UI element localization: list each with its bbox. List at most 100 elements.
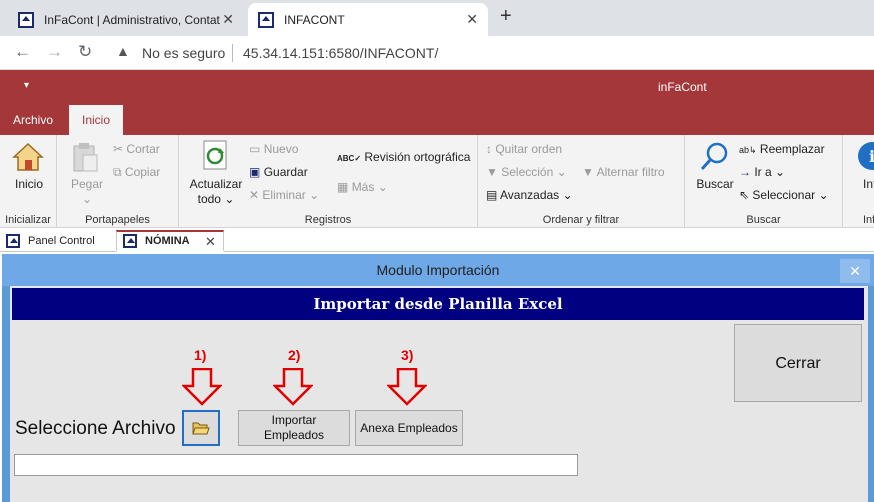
group-label: Inicializar (5, 214, 51, 226)
buscar-button[interactable]: Buscar (691, 177, 739, 192)
group-label: Portapapeles (85, 214, 150, 226)
paste-icon[interactable] (71, 141, 99, 173)
guardar-button[interactable]: ▣ Guardar (249, 165, 308, 179)
tab-label: NÓMINA (145, 235, 190, 247)
dialog-close-icon[interactable]: ✕ (840, 259, 870, 283)
advanced-filter-icon: ▤ (486, 188, 498, 202)
pegar-button[interactable]: Pegar ⌄ (61, 177, 113, 207)
table-icon: ▦ (337, 180, 349, 194)
step-label-1: 1) (194, 347, 207, 363)
group-buscar: Buscar ab↳ Reemplazar → Ir a ⌄ ⇖ Selecci… (685, 135, 843, 228)
browser-tab-label: INFACONT (284, 12, 345, 27)
object-tab-bar: Panel Control NÓMINA ✕ (0, 228, 874, 252)
alternar-filtro-button[interactable]: ▼ Alternar filtro (582, 165, 665, 179)
cortar-button[interactable]: ✂ Cortar (113, 142, 160, 156)
ribbon-tab-bar: Archivo Inicio (0, 105, 874, 135)
arrow-right-icon: → (739, 165, 751, 179)
import-dialog: Modulo Importación ✕ Importar desde Plan… (2, 254, 874, 502)
address-url[interactable]: 45.34.14.151:6580/INFACONT/ (243, 45, 438, 61)
back-arrow-icon[interactable]: ← (14, 42, 31, 62)
tab-inicio[interactable]: Inicio (69, 105, 123, 135)
security-status[interactable]: No es seguro (142, 45, 225, 61)
quick-access-dropdown-icon[interactable]: ▾ (24, 80, 29, 91)
form-icon (123, 234, 137, 248)
browser-tab-infacont[interactable]: INFACONT ✕ (248, 3, 488, 36)
form-header: Importar desde Planilla Excel (12, 288, 864, 320)
toggle-filter-icon: ▼ (582, 165, 594, 179)
open-folder-icon (192, 422, 210, 435)
reemplazar-button[interactable]: ab↳ Reemplazar (739, 142, 825, 156)
group-portapapeles: Pegar ⌄ ✂ Cortar ⧉ Copiar Portapapeles (57, 135, 179, 228)
nuevo-button[interactable]: ▭ Nuevo (249, 142, 298, 156)
tab-panel-control[interactable]: Panel Control (0, 230, 114, 252)
ribbon: Inicio Inicializar Pegar ⌄ ✂ Cortar ⧉ Cop… (0, 135, 874, 228)
replace-icon: ab↳ (739, 145, 757, 155)
cursor-icon: ⇖ (739, 188, 750, 202)
group-inicializar: Inicio Inicializar (0, 135, 57, 228)
actualizar-todo-button[interactable]: Actualizar todo ⌄ (185, 177, 247, 207)
new-record-icon: ▭ (249, 142, 261, 156)
select-file-label: Seleccione Archivo (15, 418, 176, 439)
browser-tab-label: InFaCont | Administrativo, Contat (44, 12, 220, 27)
avanzadas-button[interactable]: ▤ Avanzadas ⌄ (486, 188, 573, 202)
anexa-empleados-button[interactable]: Anexa Empleados (355, 410, 463, 446)
new-tab-plus-icon[interactable]: + (500, 5, 512, 28)
seleccion-button[interactable]: ▼ Selección ⌄ (486, 165, 567, 179)
close-tab-icon[interactable]: ✕ (222, 11, 234, 28)
delete-x-icon: ✕ (249, 188, 260, 202)
step-label-3: 3) (401, 347, 414, 363)
browse-file-button[interactable] (182, 410, 220, 446)
inicio-button[interactable]: Inicio (4, 177, 54, 192)
down-arrow-icon (182, 368, 222, 406)
group-extra: i Inf Inf (843, 135, 874, 228)
save-icon: ▣ (249, 165, 261, 179)
tab-archivo[interactable]: Archivo (0, 105, 66, 135)
ir-a-button[interactable]: → Ir a ⌄ (739, 165, 785, 179)
browser-tab-strip: InFaCont | Administrativo, Contat ✕ INFA… (0, 0, 874, 36)
quitar-orden-button[interactable]: ↕ Quitar orden (486, 142, 562, 156)
app-title: inFaCont (658, 80, 707, 94)
app-title-bar: ▾ inFaCont (0, 70, 874, 105)
dialog-body: Importar desde Planilla Excel Cerrar 1) … (10, 286, 868, 502)
navigation-bar: ← → ↻ ▲ No es seguro 45.34.14.151:6580/I… (0, 36, 874, 70)
clear-sort-icon: ↕ (486, 142, 492, 156)
group-label: Buscar (746, 214, 781, 226)
info-button[interactable]: Inf (863, 177, 874, 192)
svg-text:i: i (869, 147, 874, 166)
revision-ortografica-button[interactable]: ABC✓ Revisión ortográfica (337, 150, 470, 164)
spelling-abc-icon: ABC✓ (337, 154, 362, 163)
step-label-2: 2) (288, 347, 301, 363)
forward-arrow-icon[interactable]: → (46, 42, 63, 62)
group-label: Registros (304, 214, 352, 226)
home-icon[interactable] (12, 141, 44, 173)
group-label: Inf (863, 214, 874, 226)
seleccionar-button[interactable]: ⇖ Seleccionar ⌄ (739, 188, 829, 202)
copy-icon: ⧉ (113, 165, 122, 179)
warning-icon[interactable]: ▲ (116, 43, 130, 59)
eliminar-button[interactable]: ✕ Eliminar ⌄ (249, 188, 319, 202)
importar-empleados-button[interactable]: Importar Empleados (238, 410, 350, 446)
scissors-icon: ✂ (113, 142, 124, 156)
infacont-favicon-icon (258, 11, 274, 28)
info-icon[interactable]: i (857, 141, 874, 171)
copiar-button[interactable]: ⧉ Copiar (113, 165, 160, 180)
close-tab-icon[interactable]: ✕ (466, 11, 478, 28)
file-path-field[interactable] (14, 454, 578, 476)
group-label: Ordenar y filtrar (542, 214, 620, 226)
reload-icon[interactable]: ↻ (78, 42, 92, 62)
address-divider (232, 44, 233, 62)
mas-button[interactable]: ▦ Más ⌄ (337, 180, 388, 194)
tab-nomina[interactable]: NÓMINA ✕ (116, 230, 224, 252)
filter-icon: ▼ (486, 165, 498, 179)
infacont-favicon-icon (18, 11, 34, 28)
dialog-title: Modulo Importación (2, 254, 874, 286)
form-icon (6, 234, 20, 248)
group-ordenar-filtrar: ↕ Quitar orden ▼ Selección ⌄ ▤ Avanzadas… (478, 135, 685, 228)
down-arrow-icon (273, 368, 313, 406)
magnifier-icon[interactable] (699, 141, 731, 173)
browser-tab-administrativo[interactable]: InFaCont | Administrativo, Contat ✕ (8, 3, 244, 36)
cerrar-button[interactable]: Cerrar (734, 324, 862, 402)
close-tab-icon[interactable]: ✕ (205, 234, 216, 250)
tab-label: Panel Control (28, 235, 95, 247)
refresh-document-icon[interactable] (201, 139, 231, 173)
